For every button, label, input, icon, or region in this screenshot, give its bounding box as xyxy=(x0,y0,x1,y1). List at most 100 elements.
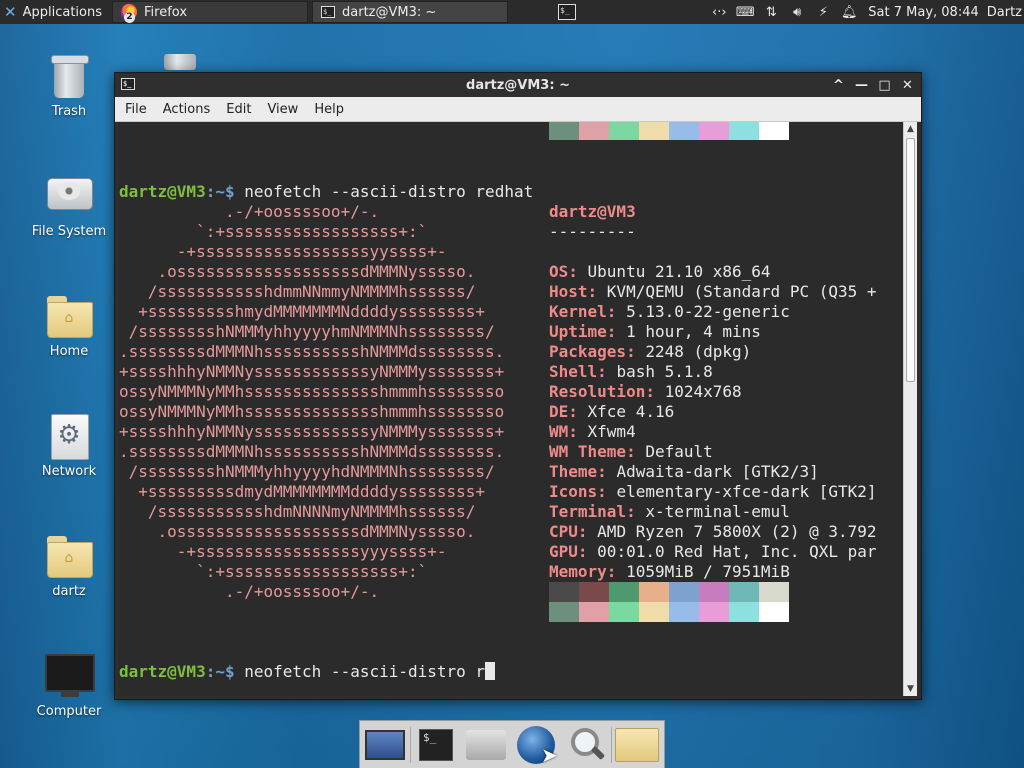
prompt-user: dartz@VM3 xyxy=(119,182,206,201)
desktop-icon-network[interactable]: ⚙ Network xyxy=(24,412,114,479)
trash-icon xyxy=(45,52,93,100)
prompt-separator: :~$ xyxy=(205,182,245,201)
dock-folder[interactable] xyxy=(612,723,662,767)
clock[interactable]: Sat 7 May, 08:44 xyxy=(862,5,986,20)
ascii-art-line: .ssssssssdMMMNhsssssssssshNMMMdssssssss. xyxy=(119,442,505,461)
info-line: Host: KVM/QEMU (Standard PC (Q35 + xyxy=(549,282,877,302)
desktop-icon-label: Network xyxy=(41,464,97,479)
terminal-icon[interactable]: $_ xyxy=(121,78,135,90)
info-line: Shell: bash 5.1.8 xyxy=(549,362,713,382)
info-value: Xfwm4 xyxy=(587,422,636,441)
info-value: KVM/QEMU (Standard PC (Q35 + xyxy=(606,282,877,301)
info-separator: : xyxy=(568,402,588,421)
info-rule: --------- xyxy=(549,222,636,241)
transfer-icon[interactable]: ⇅ xyxy=(758,5,784,20)
desktop-icon-home[interactable]: ⌂ Home xyxy=(24,292,114,359)
info-line: WM Theme: Default xyxy=(549,442,713,462)
network-icon[interactable]: ‹·› xyxy=(706,5,732,20)
info-line: Memory: 1059MiB / 7951MiB xyxy=(549,562,790,582)
power-icon[interactable]: ⚡︎ xyxy=(810,5,836,20)
info-separator: : xyxy=(568,262,588,281)
desktop-icon-file-system[interactable]: File System xyxy=(24,172,114,239)
color-swatch xyxy=(549,122,579,140)
menu-view[interactable]: View xyxy=(261,102,304,117)
menu-file[interactable]: File xyxy=(119,102,153,117)
info-separator: : xyxy=(626,342,646,361)
ascii-art-line: /ssssssssssshdmNNNNmyNMMMMhssssss/ xyxy=(119,502,476,521)
info-key: Icons xyxy=(549,482,598,501)
color-swatch xyxy=(639,582,669,602)
color-swatch xyxy=(729,122,759,140)
desktop-icon-label: Trash xyxy=(51,104,87,119)
window-titlebar[interactable]: $_ dartz@VM3: ~ ^ — □ ✕ xyxy=(115,73,921,97)
trash-icon xyxy=(164,54,196,70)
info-line: CPU: AMD Ryzen 7 5800X (2) @ 3.792 xyxy=(549,522,877,542)
user-menu[interactable]: Dartz xyxy=(987,5,1024,20)
gear-icon: ⚙ xyxy=(57,420,81,450)
system-tray: ‹·› ⌨ ⇅ 🔊︎ ⚡︎ 🔔︎ Sat 7 May, 08:44 Dartz xyxy=(706,0,1024,24)
dock-show-desktop[interactable] xyxy=(360,723,410,767)
color-swatch xyxy=(699,122,729,140)
desktop-icon-label: Home xyxy=(49,344,89,359)
info-key: Packages xyxy=(549,342,627,361)
desktop-icon-trash[interactable]: Trash xyxy=(24,52,114,119)
terminal-launcher[interactable]: $_ xyxy=(554,0,580,24)
home-icon xyxy=(466,729,506,760)
menu-help[interactable]: Help xyxy=(308,102,350,117)
info-key: GPU xyxy=(549,542,578,561)
scrollbar[interactable]: ▲ ▼ xyxy=(903,122,917,696)
shade-button[interactable]: ^ xyxy=(831,78,846,93)
maximize-button[interactable]: □ xyxy=(877,78,892,93)
desktop-icon-computer[interactable]: Computer xyxy=(24,652,114,719)
dock-terminal[interactable]: $_ xyxy=(411,723,461,767)
terminal-window: $_ dartz@VM3: ~ ^ — □ ✕ File Actions Edi… xyxy=(114,72,922,700)
show-desktop-icon xyxy=(365,729,405,760)
ascii-art-line: +ssssssssshmydMMMMMMMNddddyssssssss+ xyxy=(119,302,486,321)
color-swatch xyxy=(699,602,729,622)
info-line: DE: Xfce 4.16 xyxy=(549,402,674,422)
volume-icon[interactable]: 🔊︎ xyxy=(784,5,810,20)
color-palette-dark xyxy=(549,582,789,602)
dock-web-browser[interactable]: ➤ xyxy=(511,723,561,767)
scrollbar-thumb[interactable] xyxy=(906,138,915,382)
ascii-art-line: .osssssssssssssssssssdMMMNysssso. xyxy=(119,262,476,281)
info-key: WM xyxy=(549,422,569,441)
applications-menu[interactable]: ✕ Applications xyxy=(0,0,108,24)
info-value: 5.13.0-22-generic xyxy=(626,302,790,321)
keyboard-icon[interactable]: ⌨ xyxy=(732,5,758,20)
terminal-icon: $_ xyxy=(321,6,335,18)
menu-bar: File Actions Edit View Help xyxy=(115,97,921,122)
info-title: dartz@VM3 xyxy=(549,202,636,221)
color-swatch xyxy=(729,602,759,622)
home-folder-icon: ⌂ xyxy=(45,292,93,340)
info-separator: : xyxy=(587,282,607,301)
folder-icon xyxy=(615,727,659,762)
minimize-button[interactable]: — xyxy=(854,78,869,93)
taskbar-terminal[interactable]: $_ dartz@VM3: ~ xyxy=(312,1,508,23)
scroll-up-arrow-icon[interactable]: ▲ xyxy=(904,122,917,136)
terminal-output[interactable]: dartz@VM3:~$ neofetch --ascii-distro red… xyxy=(119,122,907,696)
dock-home[interactable] xyxy=(461,723,511,767)
desktop-icon-dartz[interactable]: ⌂ dartz xyxy=(24,532,114,599)
ascii-art-line: .ssssssssdMMMNhsssssssssshNMMMdssssssss. xyxy=(119,342,505,361)
folder-icon: ⌂ xyxy=(45,532,93,580)
scroll-down-arrow-icon[interactable]: ▼ xyxy=(904,682,917,696)
ascii-art-line: /sssssssshNMMMyhhyyyyhdNMMMNhssssssss/ xyxy=(119,462,495,481)
menu-edit[interactable]: Edit xyxy=(220,102,257,117)
notification-icon[interactable]: 🔔︎ xyxy=(836,5,862,20)
menu-actions[interactable]: Actions xyxy=(157,102,217,117)
dock-search[interactable] xyxy=(561,723,611,767)
info-separator: : xyxy=(626,442,646,461)
ascii-art-line: .-/+oossssoo+/-. xyxy=(119,202,380,221)
ascii-art-line: +sssshhhyNMMNyssssssssssssyNMMMysssssss+ xyxy=(119,362,505,381)
taskbar-firefox[interactable]: 2 Firefox xyxy=(112,1,308,23)
info-value: Ubuntu 21.10 x86_64 xyxy=(587,262,771,281)
command-text: neofetch --ascii-distro r xyxy=(244,662,486,681)
info-separator: : xyxy=(597,482,617,501)
color-swatch xyxy=(549,602,579,622)
color-swatch xyxy=(609,582,639,602)
prompt-separator: :~$ xyxy=(205,662,245,681)
close-button[interactable]: ✕ xyxy=(900,78,915,93)
house-icon: ⌂ xyxy=(64,550,74,566)
info-key: Resolution xyxy=(549,382,646,401)
